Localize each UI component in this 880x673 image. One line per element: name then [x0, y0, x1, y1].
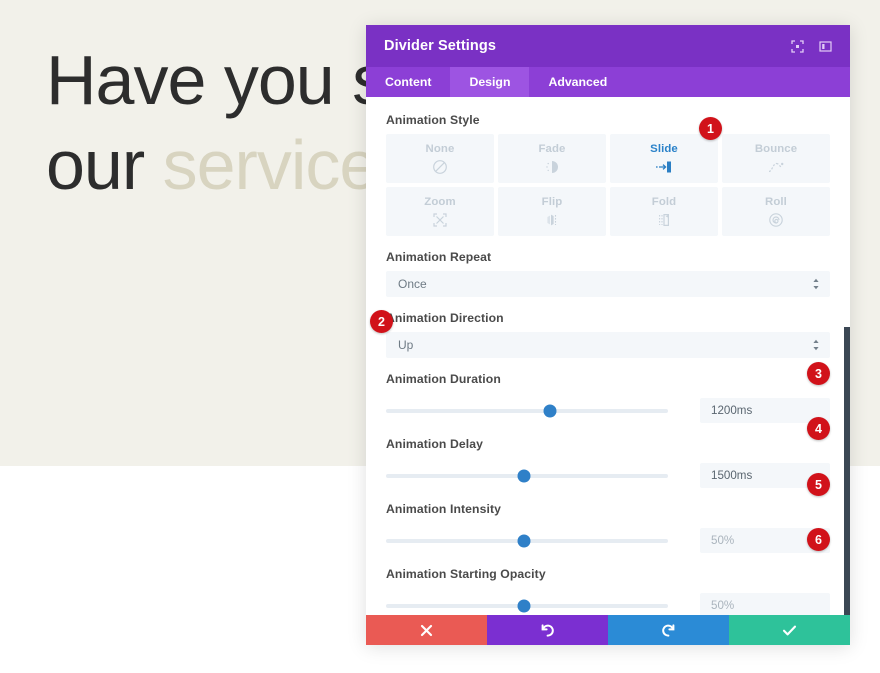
- style-option-flip-label: Flip: [541, 195, 563, 208]
- animation-duration-slider[interactable]: [386, 402, 668, 420]
- animation-direction-select[interactable]: Up: [386, 332, 830, 358]
- tab-bar: Content Design Advanced: [366, 67, 850, 97]
- animation-delay-row: 1500ms: [386, 463, 830, 488]
- style-option-none[interactable]: None: [386, 134, 494, 183]
- headline-line-2-dark: our: [46, 126, 163, 205]
- animation-duration-label: Animation Duration: [386, 372, 501, 386]
- animation-duration-group: Animation Duration 1200ms: [386, 372, 830, 423]
- save-button[interactable]: [729, 615, 850, 645]
- style-option-slide-label: Slide: [650, 142, 678, 155]
- animation-intensity-slider[interactable]: [386, 532, 668, 550]
- animation-starting-opacity-slider[interactable]: [386, 597, 668, 615]
- animation-repeat-label: Animation Repeat: [386, 250, 492, 264]
- divider-settings-modal: Divider Settings Content Design Advanced: [366, 25, 850, 645]
- roll-spiral-icon: [768, 212, 784, 228]
- style-option-fold[interactable]: Fold: [610, 187, 718, 236]
- annotation-badge-6: 6: [807, 528, 830, 551]
- animation-style-group: Animation Style None Fade Slide Bounce Z…: [386, 113, 830, 236]
- settings-panel-body: Animation Style None Fade Slide Bounce Z…: [366, 97, 850, 615]
- style-option-fold-label: Fold: [651, 195, 677, 208]
- animation-intensity-group: Animation Intensity 50%: [386, 502, 830, 553]
- annotation-badge-5: 5: [807, 473, 830, 496]
- animation-delay-group: Animation Delay 1500ms: [386, 437, 830, 488]
- animation-starting-opacity-input[interactable]: 50%: [700, 593, 830, 615]
- style-option-zoom-label: Zoom: [424, 195, 456, 208]
- animation-starting-opacity-label: Animation Starting Opacity: [386, 567, 546, 581]
- fold-icon: [656, 212, 672, 228]
- tab-design[interactable]: Design: [450, 67, 530, 97]
- animation-intensity-row: 50%: [386, 528, 830, 553]
- slider-knob[interactable]: [517, 534, 531, 547]
- style-option-zoom[interactable]: Zoom: [386, 187, 494, 236]
- flip-icon: [544, 212, 560, 228]
- animation-style-grid: None Fade Slide Bounce Zoom Flip Fold Ro…: [386, 134, 830, 236]
- cancel-button[interactable]: [366, 615, 487, 645]
- redo-button[interactable]: [608, 615, 729, 645]
- slide-in-icon: [655, 159, 673, 175]
- tab-content[interactable]: Content: [366, 67, 450, 97]
- annotation-badge-2: 2: [370, 310, 393, 333]
- zoom-expand-icon: [432, 212, 448, 228]
- fade-icon: [544, 159, 560, 175]
- animation-repeat-value: Once: [398, 277, 427, 291]
- animation-repeat-group: Animation Repeat Once: [386, 250, 830, 297]
- layout-panel-icon[interactable]: [814, 35, 836, 57]
- animation-delay-slider[interactable]: [386, 467, 668, 485]
- modal-title: Divider Settings: [384, 38, 496, 54]
- no-entry-icon: [432, 159, 448, 175]
- style-option-bounce-label: Bounce: [754, 142, 798, 155]
- modal-header: Divider Settings: [366, 25, 850, 67]
- headline-line-2-muted: service: [162, 126, 379, 205]
- slider-knob[interactable]: [543, 404, 557, 417]
- screenshot-root: Have you s our service Divider Settings …: [0, 0, 880, 673]
- slider-knob[interactable]: [517, 599, 531, 612]
- style-option-roll[interactable]: Roll: [722, 187, 830, 236]
- style-option-fade-label: Fade: [538, 142, 566, 155]
- panel-scrollbar[interactable]: [844, 97, 850, 615]
- style-option-flip[interactable]: Flip: [498, 187, 606, 236]
- slider-track: [386, 408, 668, 413]
- style-option-bounce[interactable]: Bounce: [722, 134, 830, 183]
- annotation-badge-3: 3: [807, 362, 830, 385]
- animation-repeat-select[interactable]: Once: [386, 271, 830, 297]
- chevron-updown-icon: [812, 278, 820, 290]
- animation-starting-opacity-row: 50%: [386, 593, 830, 615]
- animation-direction-label: Animation Direction: [386, 311, 504, 325]
- panel-scrollbar-thumb[interactable]: [844, 327, 850, 615]
- style-option-roll-label: Roll: [765, 195, 787, 208]
- slider-knob[interactable]: [517, 469, 531, 482]
- style-option-slide[interactable]: Slide: [610, 134, 718, 183]
- animation-intensity-label: Animation Intensity: [386, 502, 501, 516]
- animation-direction-value: Up: [398, 338, 414, 352]
- animation-duration-row: 1200ms: [386, 398, 830, 423]
- annotation-badge-4: 4: [807, 417, 830, 440]
- animation-starting-opacity-group: Animation Starting Opacity 50%: [386, 567, 830, 615]
- animation-style-label: Animation Style: [386, 113, 480, 127]
- chevron-updown-icon: [812, 339, 820, 351]
- tab-advanced[interactable]: Advanced: [529, 67, 626, 97]
- style-option-none-label: None: [425, 142, 455, 155]
- modal-footer: [366, 615, 850, 645]
- animation-direction-group: Animation Direction Up: [386, 311, 830, 358]
- fullscreen-icon[interactable]: [786, 35, 808, 57]
- annotation-badge-1: 1: [699, 117, 722, 140]
- bounce-arc-icon: [767, 159, 785, 175]
- animation-delay-label: Animation Delay: [386, 437, 483, 451]
- undo-button[interactable]: [487, 615, 608, 645]
- style-option-fade[interactable]: Fade: [498, 134, 606, 183]
